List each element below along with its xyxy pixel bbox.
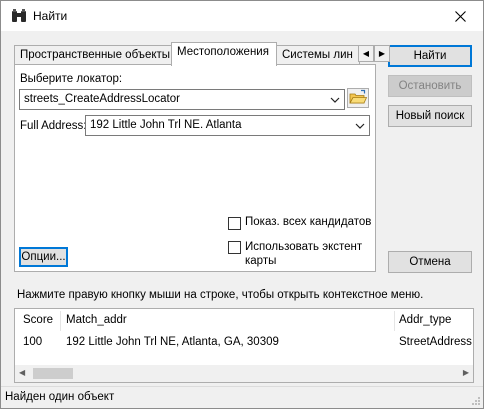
find-dialog: Найти Пространственные объекты Местополо… <box>0 0 484 409</box>
stop-button[interactable]: Остановить <box>388 75 472 97</box>
tab-features[interactable]: Пространственные объекты <box>14 45 172 65</box>
locator-label: Выберите локатор: <box>20 73 123 85</box>
scroll-right-icon[interactable]: ▶ <box>463 368 469 377</box>
context-menu-hint: Нажмите правую кнопку мыши на строке, чт… <box>17 289 424 301</box>
tab-strip: Пространственные объекты Местоположения … <box>14 42 390 66</box>
checkbox-box[interactable] <box>228 217 241 230</box>
address-label: Full Address: <box>20 120 87 132</box>
find-button-label: Найти <box>413 50 447 62</box>
locator-value: streets_CreateAddressLocator <box>24 93 180 105</box>
close-button[interactable] <box>437 1 483 31</box>
column-header-score[interactable]: Score <box>23 314 53 326</box>
tab-label: Пространственные объекты <box>20 49 171 61</box>
open-folder-icon[interactable] <box>347 88 369 108</box>
results-list[interactable]: Score Match_addr Addr_type 100 192 Littl… <box>14 308 474 383</box>
resize-grip-icon[interactable] <box>471 396 481 406</box>
cancel-button-label: Отмена <box>409 256 451 268</box>
address-input[interactable]: 192 Little John Trl NE. Atlanta <box>85 115 370 136</box>
new-search-button-label: Новый поиск <box>395 110 465 122</box>
tab-scroll-left-button[interactable]: ◀ <box>358 45 374 62</box>
window-title: Найти <box>33 9 68 23</box>
column-header-match-addr[interactable]: Match_addr <box>66 314 127 326</box>
status-text: Найден один объект <box>5 391 115 403</box>
caret-right-icon: ▶ <box>378 49 386 58</box>
show-all-candidates-label: Показ. всех кандидатов <box>245 216 372 228</box>
tab-label: Системы лин <box>282 49 353 61</box>
column-separator[interactable] <box>60 311 61 331</box>
cell-match-addr: 192 Little John Trl NE, Atlanta, GA, 303… <box>66 336 279 348</box>
tab-scroll-arrows: ◀ ▶ <box>358 45 390 62</box>
scrollbar-thumb[interactable] <box>33 368 73 379</box>
chevron-down-icon <box>355 123 365 129</box>
checkbox-box[interactable] <box>228 241 241 254</box>
options-button-label: Опции... <box>21 251 66 263</box>
column-header-addr-type[interactable]: Addr_type <box>399 314 451 326</box>
locations-tab-panel: Выберите локатор: streets_CreateAddressL… <box>14 64 376 272</box>
scroll-left-icon[interactable]: ◀ <box>19 368 25 377</box>
title-bar[interactable]: Найти <box>1 1 483 31</box>
tab-locations[interactable]: Местоположения <box>171 42 277 66</box>
close-icon <box>454 10 466 22</box>
find-button[interactable]: Найти <box>388 45 472 67</box>
new-search-button[interactable]: Новый поиск <box>388 105 472 127</box>
options-button[interactable]: Опции... <box>19 247 68 267</box>
status-bar: Найден один объект <box>1 386 483 408</box>
tab-line-systems[interactable]: Системы лин <box>276 45 360 65</box>
locator-dropdown[interactable]: streets_CreateAddressLocator <box>19 89 345 110</box>
column-separator[interactable] <box>394 311 395 331</box>
binoculars-icon <box>12 9 26 22</box>
cell-addr-type: StreetAddress <box>399 336 472 348</box>
horizontal-scrollbar[interactable]: ◀ ▶ <box>15 365 473 382</box>
show-all-candidates-checkbox[interactable]: Показ. всех кандидатов <box>228 216 371 230</box>
address-value: 192 Little John Trl NE. Atlanta <box>90 119 242 131</box>
use-map-extent-label: Использовать экстент карты <box>245 241 363 267</box>
chevron-down-icon <box>330 97 340 103</box>
tab-label: Местоположения <box>177 46 269 58</box>
cell-score: 100 <box>23 336 43 348</box>
cancel-button[interactable]: Отмена <box>388 251 472 273</box>
caret-left-icon: ◀ <box>362 49 370 58</box>
stop-button-label: Остановить <box>398 80 462 92</box>
tab-scroll-right-button[interactable]: ▶ <box>374 45 390 62</box>
use-map-extent-checkbox[interactable]: Использовать экстент карты <box>228 240 373 268</box>
